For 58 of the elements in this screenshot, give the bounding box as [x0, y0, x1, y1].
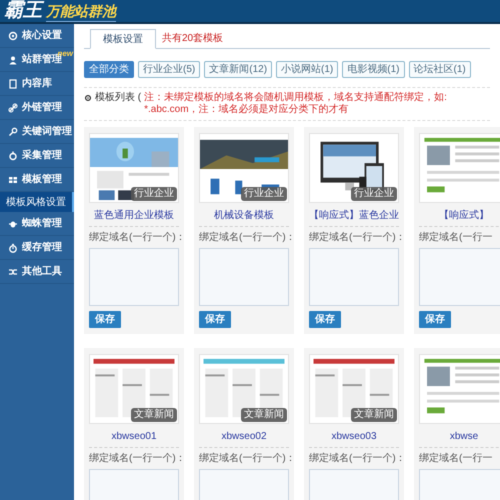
- category-tag: 行业企业: [131, 187, 177, 201]
- filter-button[interactable]: 全部分类: [84, 61, 134, 78]
- link-icon: [8, 102, 18, 112]
- filter-button[interactable]: 行业企业(5): [138, 61, 200, 78]
- domain-input[interactable]: [199, 248, 289, 306]
- field-label: 绑定域名(一行一个)：: [199, 452, 289, 466]
- template-title[interactable]: 蓝色通用企业模板: [89, 208, 179, 227]
- grid-icon: [8, 174, 18, 184]
- book-icon: [8, 78, 18, 88]
- field-label: 绑定域名(一行一个)：: [309, 452, 399, 466]
- template-title[interactable]: xbwse: [419, 429, 500, 448]
- sidebar-item[interactable]: 缓存管理: [0, 236, 74, 260]
- domain-input[interactable]: [419, 248, 500, 306]
- filter-button[interactable]: 文章新闻(12): [204, 61, 272, 78]
- stopwatch-icon: [8, 242, 18, 252]
- field-label: 绑定域名(一行一个)：: [309, 230, 399, 245]
- key-icon: [8, 126, 18, 136]
- sidebar-item[interactable]: 蜘蛛管理: [0, 212, 74, 236]
- domain-input[interactable]: [309, 248, 399, 306]
- category-tag: 行业企业: [351, 187, 397, 201]
- template-title[interactable]: xbwseo02: [199, 429, 289, 448]
- sidebar-item[interactable]: 关键词管理: [0, 120, 74, 144]
- tab[interactable]: 模板设置: [90, 29, 156, 49]
- save-button[interactable]: 保存: [309, 311, 341, 328]
- sidebar-item[interactable]: 采集管理: [0, 144, 74, 168]
- template-title[interactable]: xbwseo01: [89, 429, 179, 448]
- notice-label: 模板列表 (: [95, 92, 142, 104]
- save-button[interactable]: 保存: [419, 311, 451, 328]
- sidebar-item[interactable]: 外链管理: [0, 96, 74, 120]
- save-button[interactable]: 保存: [89, 311, 121, 328]
- filter-button[interactable]: 电影视频(1): [342, 61, 404, 78]
- template-title[interactable]: xbwseo03: [309, 429, 399, 448]
- field-label: 绑定域名(一行一: [419, 452, 494, 466]
- logo-subtitle: 万能站群池: [46, 1, 116, 22]
- template-title[interactable]: 【响应式】蓝色企业: [309, 208, 399, 227]
- field-label: 绑定域名(一行一个)：: [199, 230, 289, 245]
- field-label: 绑定域名(一行一: [419, 230, 494, 245]
- sidebar-item[interactable]: 核心设置: [0, 24, 74, 48]
- sidebar-item[interactable]: 内容库: [0, 72, 74, 96]
- category-tag: 行业企业: [241, 187, 287, 201]
- field-label: 绑定域名(一行一个)：: [89, 452, 179, 466]
- logo-text: 霸王: [4, 0, 42, 22]
- sidebar-item[interactable]: 其他工具: [0, 260, 74, 284]
- notice-text: 注：未绑定模板的域名将会随机调用模板，域名支持通配符绑定，如: *.abc.com，注：域名必须是对应分类下的才有: [144, 92, 448, 116]
- filter-button[interactable]: 小说网站(1): [276, 61, 338, 78]
- save-button[interactable]: 保存: [199, 311, 231, 328]
- sidebar-subitem[interactable]: 模板风格设置: [0, 192, 74, 212]
- template-title[interactable]: 【响应式】: [419, 208, 500, 227]
- domain-input[interactable]: [89, 248, 179, 306]
- filter-button[interactable]: 论坛社区(1): [408, 61, 471, 78]
- category-tag: 文章新闻: [131, 408, 177, 422]
- shuffle-icon: [8, 266, 18, 276]
- template-title[interactable]: 机械设备模板: [199, 208, 289, 227]
- category-tag: 文章新闻: [351, 408, 397, 422]
- category-tag: 文章新闻: [241, 408, 287, 422]
- template-count: 共有20套模板: [162, 32, 224, 46]
- user-icon: [8, 54, 18, 64]
- field-label: 绑定域名(一行一个)：: [89, 230, 179, 245]
